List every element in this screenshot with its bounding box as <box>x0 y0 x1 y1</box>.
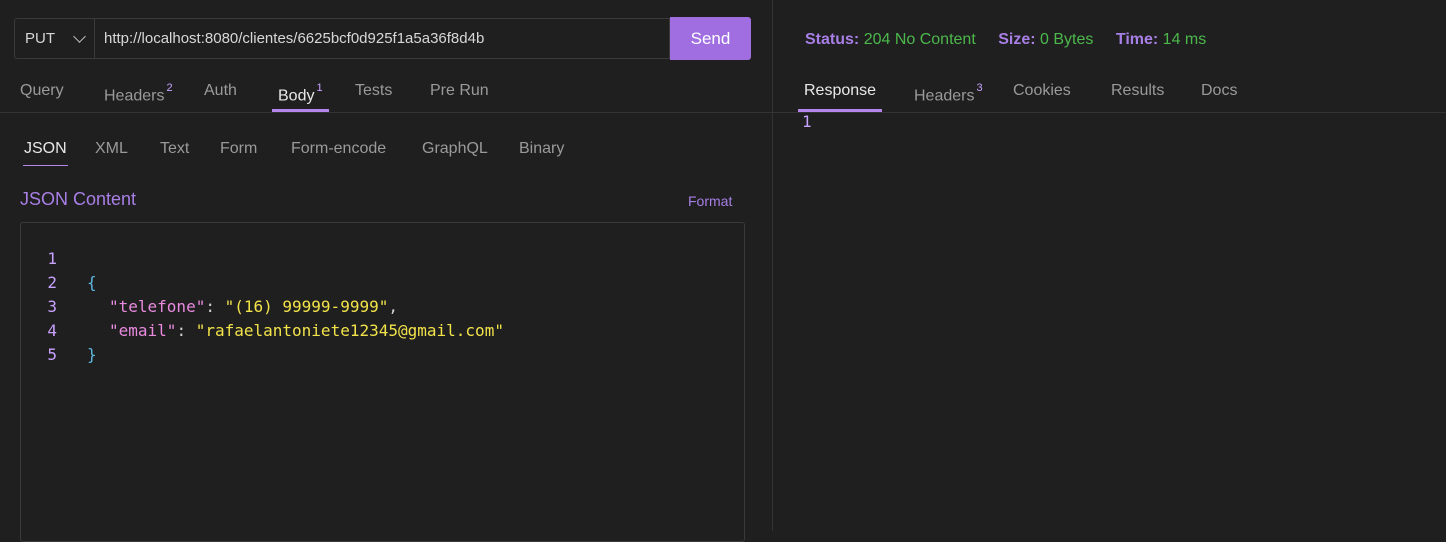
json-key: "telefone" <box>109 297 206 316</box>
json-value: "(16) 99999-9999" <box>224 297 389 316</box>
body-type-json[interactable]: JSON <box>23 137 68 166</box>
body-type-graphql[interactable]: GraphQL <box>422 137 488 161</box>
response-tabs: Response Headers 3 Cookies Results Docs <box>773 78 1446 113</box>
tab-headers[interactable]: Headers 2 <box>104 78 173 111</box>
tab-pre-run[interactable]: Pre Run <box>430 78 489 111</box>
json-value: "rafaelantoniete12345@gmail.com" <box>195 321 504 340</box>
tab-label: Tests <box>355 82 393 99</box>
headers-count-badge: 2 <box>166 82 173 94</box>
response-panel: Status: 204 No Content Size: 0 Bytes Tim… <box>773 0 1446 531</box>
close-brace: } <box>87 345 97 364</box>
body-type-form[interactable]: Form <box>220 137 257 161</box>
body-type-form-encode[interactable]: Form-encode <box>291 137 386 161</box>
url-input[interactable]: http://localhost:8080/clientes/6625bcf0d… <box>94 18 670 59</box>
tab-label: Query <box>20 82 64 99</box>
format-button[interactable]: Format <box>688 193 732 209</box>
request-tabs: Query Headers 2 Auth Body 1 Tests Pre Run <box>0 78 772 113</box>
json-separator: : <box>205 297 225 316</box>
json-editor[interactable]: 1 { 2 "telefone": "(16) 99999-9999", 3 "… <box>20 222 745 542</box>
json-key: "email" <box>109 321 177 340</box>
tab-label: Auth <box>204 82 237 99</box>
tab-label: Cookies <box>1013 82 1071 99</box>
tab-cookies[interactable]: Cookies <box>1013 78 1071 111</box>
chevron-down-icon <box>73 29 86 43</box>
response-line-number: 1 <box>802 112 812 131</box>
body-count-badge: 1 <box>316 82 323 94</box>
size-label: Size: <box>998 31 1036 48</box>
send-button[interactable]: Send <box>670 17 751 60</box>
json-content-title: JSON Content <box>20 189 137 209</box>
tab-query[interactable]: Query <box>20 78 64 111</box>
status-value: 204 No Content <box>863 31 976 48</box>
editor-line: 5 <box>21 319 79 364</box>
tab-label: Docs <box>1201 82 1238 99</box>
response-status-row: Status: 204 No Content Size: 0 Bytes Tim… <box>805 31 1206 49</box>
tab-docs[interactable]: Docs <box>1201 78 1237 111</box>
json-comma: , <box>388 297 398 316</box>
tab-label: Body <box>278 87 315 105</box>
editor-line: 2 "telefone": "(16) 99999-9999", <box>21 247 398 316</box>
status-label: Status: <box>805 31 860 48</box>
tab-auth[interactable]: Auth <box>204 78 237 111</box>
request-bar: PUT http://localhost:8080/clientes/6625b… <box>14 17 751 61</box>
response-headers-count-badge: 3 <box>976 82 983 94</box>
open-brace: { <box>87 273 97 292</box>
tab-label: Response <box>804 82 877 99</box>
tab-response-headers[interactable]: Headers 3 <box>914 78 983 111</box>
editor-line: 4 } <box>21 295 96 364</box>
time-value: 14 ms <box>1162 31 1207 48</box>
line-number: 5 <box>47 345 57 364</box>
tab-body[interactable]: Body 1 <box>272 78 329 112</box>
json-separator: : <box>176 321 196 340</box>
tab-label: Results <box>1111 82 1165 99</box>
size-value: 0 Bytes <box>1040 31 1094 48</box>
tab-label: Pre Run <box>430 82 489 99</box>
tab-label: Headers <box>104 87 165 105</box>
method-label: PUT <box>25 30 55 47</box>
tab-label: Headers <box>914 87 975 105</box>
body-type-tabs: JSON XML Text Form Form-encode GraphQL B… <box>0 137 772 167</box>
tab-tests[interactable]: Tests <box>355 78 392 111</box>
editor-line: 3 "email": "rafaelantoniete12345@gmail.c… <box>21 271 504 340</box>
time-label: Time: <box>1115 31 1159 48</box>
body-type-xml[interactable]: XML <box>95 137 128 161</box>
body-type-binary[interactable]: Binary <box>519 137 564 161</box>
body-type-text[interactable]: Text <box>160 137 189 161</box>
request-panel: PUT http://localhost:8080/clientes/6625b… <box>0 0 772 542</box>
tab-response[interactable]: Response <box>798 78 883 112</box>
method-select[interactable]: PUT <box>14 18 94 59</box>
tab-results[interactable]: Results <box>1111 78 1164 111</box>
editor-line: 1 { <box>21 223 96 292</box>
